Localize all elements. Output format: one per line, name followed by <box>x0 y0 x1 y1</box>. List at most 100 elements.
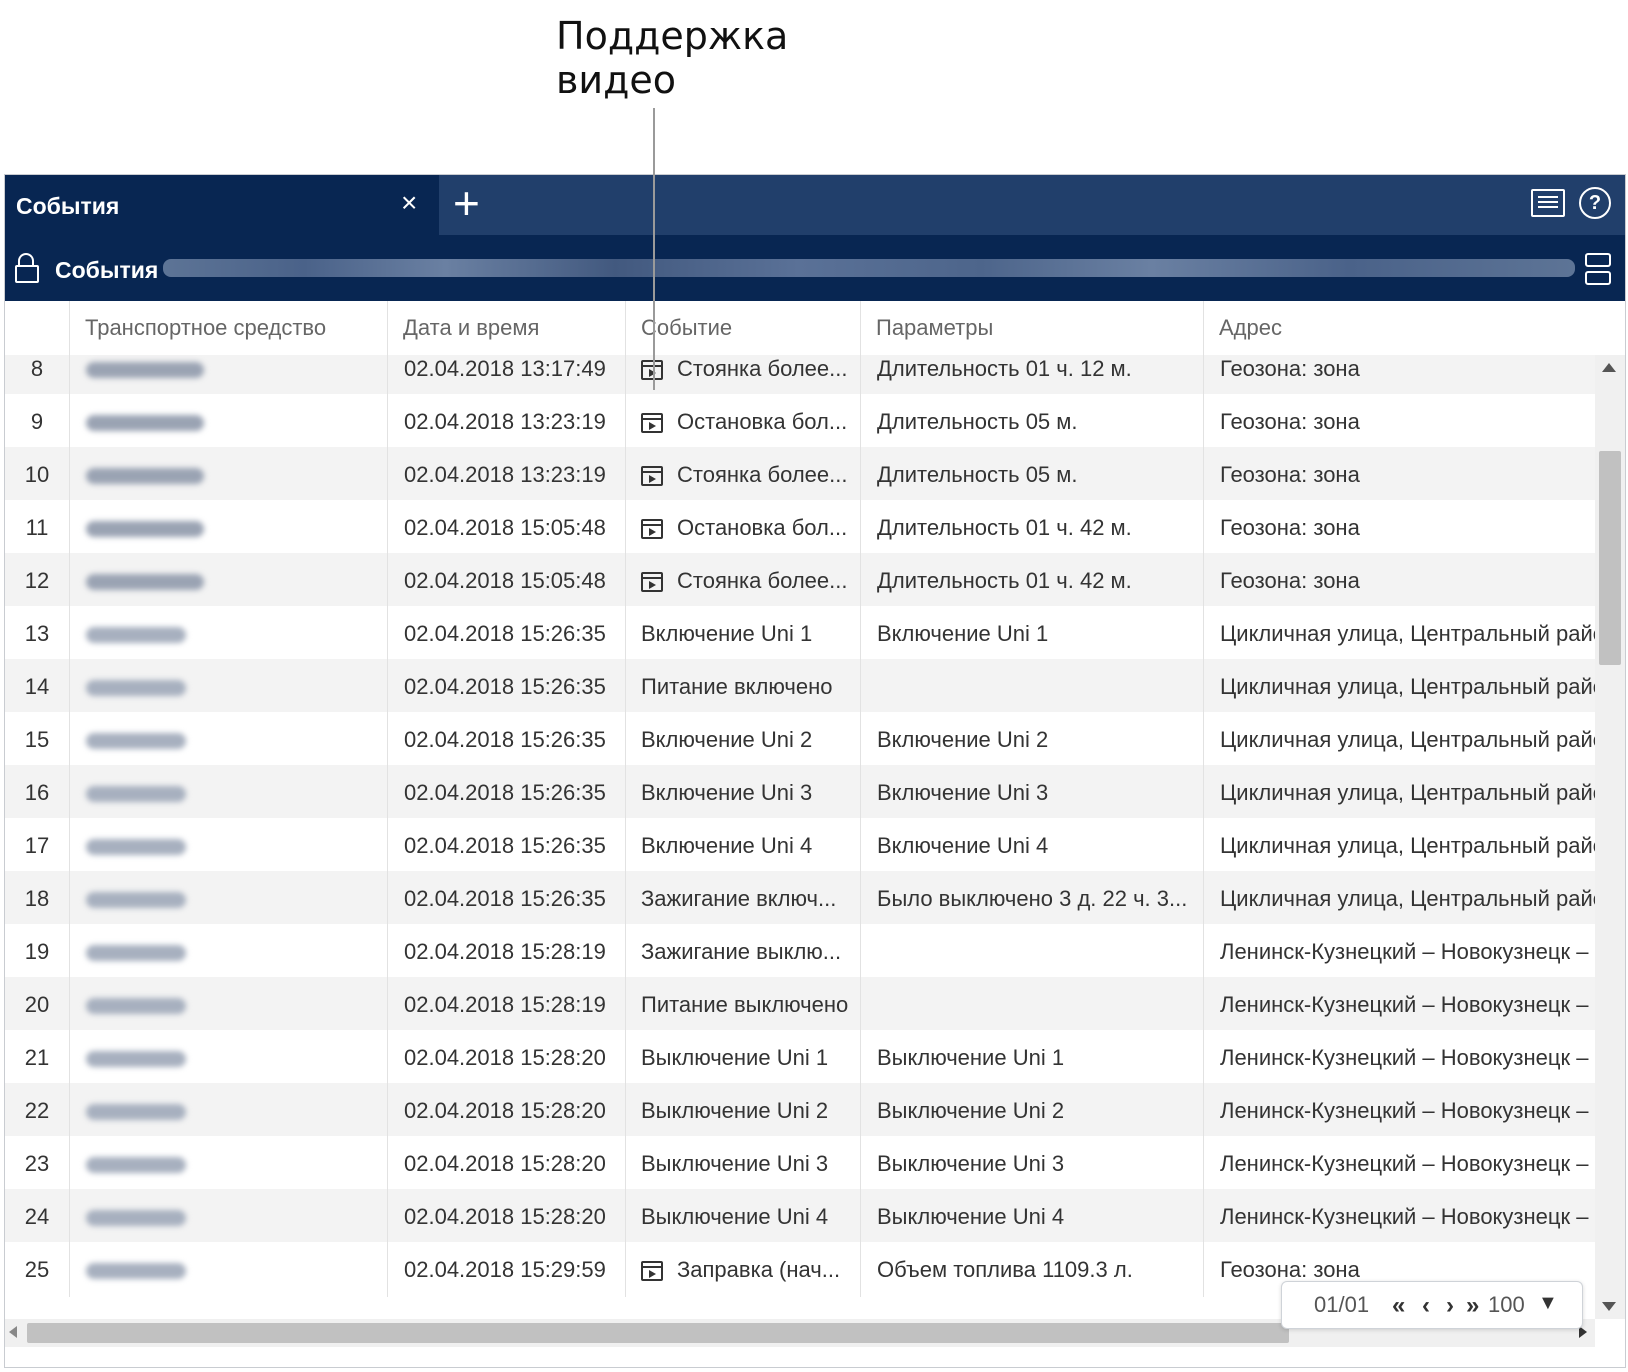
address-cell-text: Ленинск-Кузнецкий – Новокузнецк – <box>1220 1151 1589 1176</box>
table-row[interactable]: 24 02.04.2018 15:28:20 Выключение Uni 4 Вык… <box>5 1189 1595 1244</box>
column-header-vehicle[interactable]: Транспортное средство <box>69 301 387 355</box>
row-number-text: 23 <box>24 1151 50 1176</box>
table-row[interactable]: 22 02.04.2018 15:28:20 Выключение Uni 2 Вык… <box>5 1083 1595 1138</box>
datetime-cell-text: 02.04.2018 15:26:35 <box>404 621 606 646</box>
event-text: Включение Uni 2 <box>641 727 813 752</box>
video-icon[interactable] <box>641 519 663 540</box>
vertical-scroll-thumb[interactable] <box>1599 451 1621 665</box>
scroll-left-icon[interactable] <box>9 1326 17 1338</box>
close-icon[interactable]: × <box>401 187 417 219</box>
datetime-cell: 02.04.2018 15:05:48 <box>387 500 625 555</box>
callout-pointer-line <box>653 108 655 390</box>
address-cell-text: Геозона: зона <box>1220 568 1360 593</box>
table-row[interactable]: 9 02.04.2018 13:23:19 Остановка бол... Длит… <box>5 394 1595 449</box>
vertical-scrollbar[interactable] <box>1595 355 1625 1319</box>
row-number: 9 <box>5 394 69 449</box>
datetime-cell: 02.04.2018 13:17:49 <box>387 355 625 396</box>
next-page-icon[interactable]: › <box>1446 1292 1454 1320</box>
table-row[interactable]: 21 02.04.2018 15:28:20 Выключение Uni 1 Вык… <box>5 1030 1595 1085</box>
datetime-cell: 02.04.2018 15:28:20 <box>387 1136 625 1191</box>
row-number: 14 <box>5 659 69 714</box>
datetime-cell: 02.04.2018 15:26:35 <box>387 712 625 767</box>
add-tab-icon[interactable]: + <box>453 177 480 229</box>
params-cell: Длительность 05 м. <box>860 447 1203 502</box>
datetime-cell-text: 02.04.2018 15:26:35 <box>404 833 606 858</box>
row-number-text: 24 <box>24 1204 50 1229</box>
row-number: 11 <box>5 500 69 555</box>
video-icon[interactable] <box>641 466 663 487</box>
event-cell: Выключение Uni 1 <box>625 1030 860 1085</box>
address-cell-text: Геозона: зона <box>1220 409 1360 434</box>
blurred-vehicle-name <box>86 680 186 697</box>
table-row[interactable]: 12 02.04.2018 15:05:48 Стоянка более... Дли… <box>5 553 1595 608</box>
datetime-cell-text: 02.04.2018 15:28:19 <box>404 939 606 964</box>
scroll-up-icon[interactable] <box>1602 363 1616 372</box>
address-cell: Ленинск-Кузнецкий – Новокузнецк – <box>1203 977 1595 1032</box>
table-row[interactable]: 11 02.04.2018 15:05:48 Остановка бол... Дли… <box>5 500 1595 555</box>
address-cell: Геозона: зона <box>1203 500 1595 555</box>
column-header-params[interactable]: Параметры <box>860 301 1203 355</box>
address-cell: Цикличная улица, Центральный райо <box>1203 818 1595 873</box>
event-cell: Выключение Uni 3 <box>625 1136 860 1191</box>
last-page-icon[interactable]: » <box>1466 1292 1479 1320</box>
video-icon[interactable] <box>641 360 663 381</box>
chevron-down-icon[interactable]: ▼ <box>1538 1292 1558 1315</box>
table-row[interactable]: 14 02.04.2018 15:26:35 Питание включено Цик… <box>5 659 1595 714</box>
video-icon[interactable] <box>641 1261 663 1282</box>
row-number: 10 <box>5 447 69 502</box>
table-row[interactable]: 10 02.04.2018 13:23:19 Стоянка более... Дли… <box>5 447 1595 502</box>
row-number-text: 20 <box>24 992 50 1017</box>
params-cell: Включение Uni 4 <box>860 818 1203 873</box>
page-size-select[interactable]: 100 <box>1488 1292 1525 1318</box>
datetime-cell: 02.04.2018 15:26:35 <box>387 818 625 873</box>
table-row[interactable]: 16 02.04.2018 15:26:35 Включение Uni 3 Вклю… <box>5 765 1595 820</box>
chat-icon[interactable] <box>1531 189 1565 217</box>
datetime-cell: 02.04.2018 15:26:35 <box>387 765 625 820</box>
row-number-text: 15 <box>24 727 50 752</box>
datetime-cell-text: 02.04.2018 13:23:19 <box>404 462 606 487</box>
address-cell: Цикличная улица, Центральный райо <box>1203 765 1595 820</box>
tab-events[interactable]: События × <box>5 175 439 235</box>
blurred-vehicle-name <box>86 892 186 909</box>
prev-page-icon[interactable]: ‹ <box>1422 1292 1430 1320</box>
table-row[interactable]: 18 02.04.2018 15:26:35 Зажигание включ... Б… <box>5 871 1595 926</box>
split-view-icon[interactable] <box>1585 253 1611 285</box>
event-cell: Включение Uni 1 <box>625 606 860 661</box>
vehicle-cell <box>69 871 387 926</box>
column-header-event[interactable]: Событие <box>625 301 860 355</box>
video-icon[interactable] <box>641 413 663 434</box>
table-row[interactable]: 8 02.04.2018 13:17:49 Стоянка более... Длит… <box>5 355 1595 396</box>
column-header-number <box>5 301 69 355</box>
tab-title: События <box>16 193 120 219</box>
horizontal-scroll-thumb[interactable] <box>27 1323 1289 1343</box>
column-header-address[interactable]: Адрес <box>1203 301 1625 355</box>
row-number-text: 11 <box>25 515 49 540</box>
table-row[interactable]: 15 02.04.2018 15:26:35 Включение Uni 2 Вклю… <box>5 712 1595 767</box>
pagination: 01/01 « ‹ › » 100 ▼ <box>1281 1281 1583 1329</box>
table-row[interactable]: 17 02.04.2018 15:26:35 Включение Uni 4 Вклю… <box>5 818 1595 873</box>
event-text: Заправка (нач... <box>677 1257 841 1282</box>
datetime-cell-text: 02.04.2018 15:26:35 <box>404 727 606 752</box>
params-cell-text: Выключение Uni 3 <box>877 1151 1065 1176</box>
first-page-icon[interactable]: « <box>1392 1292 1405 1320</box>
event-cell: Остановка бол... <box>625 500 860 555</box>
table-row[interactable]: 19 02.04.2018 15:28:19 Зажигание выклю... Л… <box>5 924 1595 979</box>
scroll-down-icon[interactable] <box>1602 1302 1616 1311</box>
column-header-datetime[interactable]: Дата и время <box>387 301 625 355</box>
row-number: 22 <box>5 1083 69 1138</box>
table-row[interactable]: 23 02.04.2018 15:28:20 Выключение Uni 3 Вык… <box>5 1136 1595 1191</box>
event-cell: Выключение Uni 4 <box>625 1189 860 1244</box>
table-row[interactable]: 13 02.04.2018 15:26:35 Включение Uni 1 Вклю… <box>5 606 1595 661</box>
params-cell <box>860 977 1203 1032</box>
params-cell-text: Длительность 05 м. <box>877 409 1078 434</box>
params-cell: Выключение Uni 4 <box>860 1189 1203 1244</box>
unlock-icon[interactable] <box>15 253 39 283</box>
video-icon[interactable] <box>641 572 663 593</box>
address-cell-text: Геозона: зона <box>1220 462 1360 487</box>
table-row[interactable]: 20 02.04.2018 15:28:19 Питание выключено Ле… <box>5 977 1595 1032</box>
help-icon[interactable]: ? <box>1579 187 1611 219</box>
vehicle-cell <box>69 1083 387 1138</box>
datetime-cell: 02.04.2018 15:26:35 <box>387 606 625 661</box>
params-cell: Было выключено 3 д. 22 ч. 3... <box>860 871 1203 926</box>
vehicle-cell <box>69 447 387 502</box>
